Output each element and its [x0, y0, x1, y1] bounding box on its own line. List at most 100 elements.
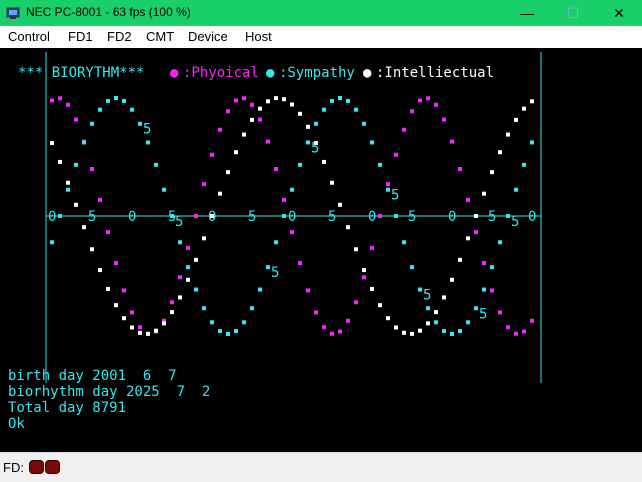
- data-point-intelliectual: [66, 180, 70, 185]
- data-point-phyoical: [226, 109, 230, 114]
- menu-fd2[interactable]: FD2: [107, 29, 132, 44]
- data-point-intelliectual: [234, 150, 238, 155]
- emulator-screen[interactable]: *** BIORYTHM*** ● :Phyoical ● :Sympathy …: [0, 48, 642, 452]
- data-point-sympathy: [434, 320, 438, 325]
- title-bar: NEC PC-8001 - 63 fps (100 %) — ☐ ✕: [0, 0, 642, 26]
- minimize-button[interactable]: —: [504, 0, 550, 26]
- data-point-phyoical: [530, 318, 534, 323]
- data-point-phyoical: [466, 197, 470, 202]
- data-point-sympathy: [298, 162, 302, 167]
- data-point-phyoical: [130, 310, 134, 315]
- data-point-phyoical: [178, 275, 182, 280]
- data-point-intelliectual: [298, 111, 302, 116]
- data-point-intelliectual: [98, 268, 102, 273]
- data-point-sympathy: [194, 287, 198, 292]
- data-point-phyoical: [210, 152, 214, 157]
- day-marker: 5: [143, 122, 151, 138]
- data-point-intelliectual: [282, 97, 286, 102]
- data-point-sympathy: [250, 306, 254, 311]
- data-point-intelliectual: [82, 225, 86, 230]
- data-point-intelliectual: [314, 141, 318, 146]
- data-point-phyoical: [138, 325, 142, 330]
- menu-fd1[interactable]: FD1: [68, 29, 93, 44]
- data-point-sympathy: [314, 121, 318, 126]
- data-point-intelliectual: [170, 310, 174, 315]
- data-point-intelliectual: [378, 303, 382, 308]
- data-point-intelliectual: [354, 247, 358, 252]
- data-point-sympathy: [122, 98, 126, 103]
- data-point-sympathy: [386, 187, 390, 192]
- data-point-sympathy: [370, 140, 374, 145]
- data-point-phyoical: [290, 230, 294, 235]
- total-day-line: Total day 8791: [8, 400, 127, 416]
- legend-marker-sympathy: ●: [266, 65, 275, 81]
- data-point-phyoical: [378, 214, 382, 218]
- data-point-sympathy: [130, 107, 134, 112]
- data-point-sympathy: [138, 121, 142, 126]
- data-point-phyoical: [370, 245, 374, 250]
- data-point-phyoical: [506, 325, 510, 330]
- data-point-intelliectual: [74, 202, 78, 207]
- data-point-phyoical: [386, 182, 390, 187]
- data-point-phyoical: [434, 102, 438, 107]
- data-point-intelliectual: [218, 191, 222, 196]
- data-point-phyoical: [98, 197, 102, 202]
- data-point-intelliectual: [490, 170, 494, 175]
- data-point-sympathy: [98, 107, 102, 112]
- data-point-phyoical: [354, 300, 358, 305]
- menu-device[interactable]: Device: [188, 29, 228, 44]
- data-point-sympathy: [498, 240, 502, 245]
- data-point-intelliectual: [138, 330, 142, 335]
- data-point-phyoical: [66, 102, 70, 107]
- axis-tick-label: 0: [448, 209, 456, 225]
- data-point-intelliectual: [146, 331, 150, 336]
- day-marker: 5: [391, 188, 399, 204]
- data-point-intelliectual: [266, 99, 270, 104]
- data-point-phyoical: [58, 96, 62, 101]
- data-point-phyoical: [218, 127, 222, 132]
- fd2-led-icon: [45, 460, 60, 474]
- data-point-sympathy: [66, 187, 70, 192]
- menu-host[interactable]: Host: [245, 29, 272, 44]
- data-point-sympathy: [522, 162, 526, 167]
- data-point-phyoical: [274, 166, 278, 171]
- day-marker: 5: [479, 306, 487, 322]
- data-point-sympathy: [418, 287, 422, 292]
- data-point-phyoical: [410, 109, 414, 114]
- axis-tick-label: 0: [528, 209, 536, 225]
- data-point-sympathy: [322, 107, 326, 112]
- maximize-button[interactable]: ☐: [550, 0, 596, 26]
- data-point-intelliectual: [178, 295, 182, 300]
- legend-label-physical: :Phyoical: [183, 65, 259, 81]
- data-point-phyoical: [90, 166, 94, 171]
- data-point-sympathy: [58, 214, 62, 218]
- window-title: NEC PC-8001 - 63 fps (100 %): [26, 5, 191, 19]
- menu-control[interactable]: Control: [8, 29, 50, 44]
- data-point-sympathy: [450, 332, 454, 336]
- data-point-sympathy: [258, 287, 262, 292]
- data-point-intelliectual: [210, 214, 214, 218]
- data-point-intelliectual: [194, 257, 198, 262]
- data-point-phyoical: [322, 325, 326, 330]
- data-point-sympathy: [106, 98, 110, 103]
- data-point-sympathy: [482, 287, 486, 292]
- data-point-phyoical: [242, 96, 246, 101]
- data-point-phyoical: [258, 117, 262, 122]
- app-icon: [6, 7, 20, 19]
- data-point-phyoical: [170, 300, 174, 305]
- data-point-phyoical: [514, 331, 518, 336]
- data-point-sympathy: [338, 96, 342, 100]
- data-point-intelliectual: [202, 236, 206, 241]
- close-button[interactable]: ✕: [596, 0, 642, 26]
- data-point-sympathy: [50, 240, 54, 245]
- legend-label-intellectual: :Intelliectual: [376, 65, 494, 81]
- menu-cmt[interactable]: CMT: [146, 29, 174, 44]
- data-point-phyoical: [338, 329, 342, 334]
- data-point-intelliectual: [226, 170, 230, 175]
- data-point-sympathy: [378, 162, 382, 167]
- data-point-intelliectual: [122, 316, 126, 321]
- data-point-intelliectual: [410, 331, 414, 336]
- data-point-phyoical: [346, 318, 350, 323]
- data-point-sympathy: [210, 320, 214, 325]
- data-point-sympathy: [290, 187, 294, 192]
